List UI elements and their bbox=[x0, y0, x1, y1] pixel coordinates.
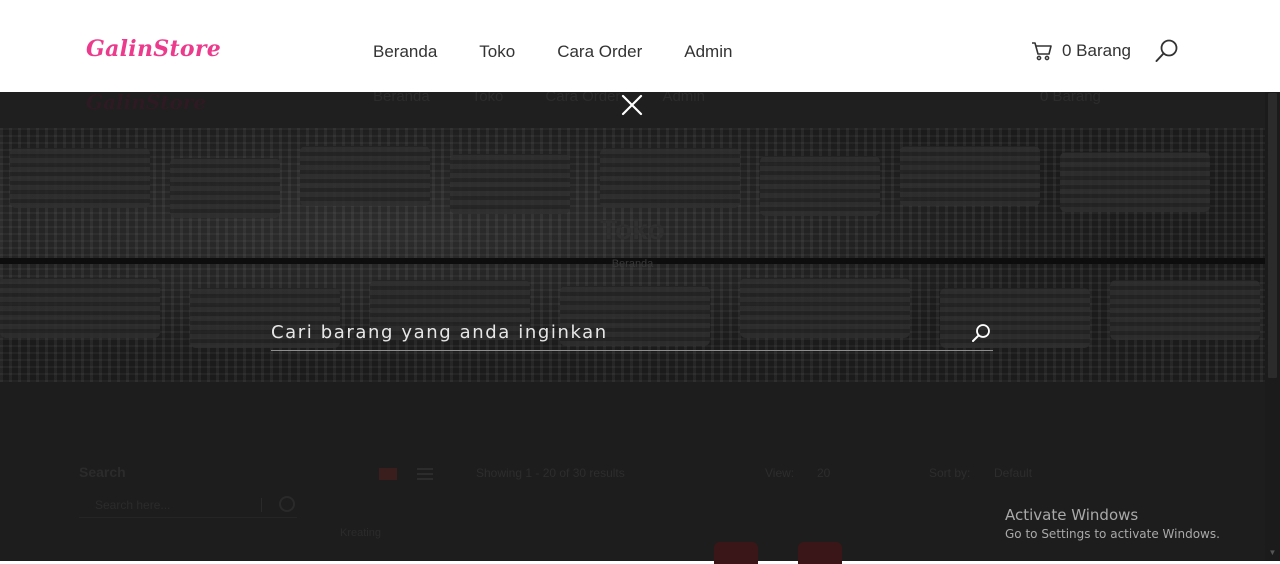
nav-item-cara-order[interactable]: Cara Order bbox=[557, 42, 642, 62]
search-input[interactable] bbox=[271, 316, 961, 348]
page-title: Toko bbox=[600, 214, 665, 245]
nav-item-admin[interactable]: Admin bbox=[684, 42, 732, 62]
sidebar-search-placeholder: Search here... bbox=[95, 498, 171, 512]
list-view-icon[interactable] bbox=[417, 468, 433, 480]
scroll-down-arrow-icon[interactable]: ▼ bbox=[1268, 548, 1277, 557]
hero-clothes-pile bbox=[10, 148, 150, 208]
grid-view-icon[interactable] bbox=[379, 468, 397, 480]
search-overlay-form bbox=[271, 316, 993, 351]
close-icon[interactable] bbox=[620, 93, 644, 117]
view-label: View: bbox=[765, 466, 795, 480]
sidebar-search-input[interactable]: Search here... bbox=[79, 492, 297, 518]
sort-select[interactable]: Default bbox=[994, 466, 1032, 480]
windows-activation-watermark: Activate Windows Go to Settings to activ… bbox=[1005, 506, 1220, 541]
search-icon[interactable] bbox=[1154, 38, 1180, 64]
watermark-subtitle: Go to Settings to activate Windows. bbox=[1005, 527, 1220, 541]
hero-clothes-pile bbox=[170, 158, 280, 218]
cart-button[interactable]: 0 Barang bbox=[1031, 41, 1131, 61]
divider bbox=[261, 498, 262, 512]
hero-clothes-pile bbox=[450, 154, 570, 214]
cart-icon bbox=[1032, 42, 1052, 61]
category-label: Kreating bbox=[340, 527, 381, 539]
hero-clothes-pile bbox=[760, 156, 880, 216]
sort-label: Sort by: bbox=[929, 466, 971, 480]
hero-clothes-pile bbox=[1110, 280, 1260, 340]
site-logo[interactable]: GalinStore bbox=[86, 36, 221, 62]
nav-item-beranda[interactable]: Beranda bbox=[373, 42, 437, 62]
cart-count-label: 0 Barang bbox=[1062, 41, 1131, 60]
breadcrumb: Beranda bbox=[0, 258, 1265, 270]
search-submit-icon[interactable] bbox=[971, 323, 991, 343]
watermark-title: Activate Windows bbox=[1005, 506, 1139, 524]
hero-clothes-pile bbox=[0, 278, 160, 338]
ghost-logo: GalinStore bbox=[86, 90, 207, 114]
breadcrumb-home[interactable]: Beranda bbox=[612, 258, 654, 270]
hero-clothes-pile bbox=[900, 146, 1040, 206]
results-count: Showing 1 - 20 of 30 results bbox=[476, 466, 625, 480]
view-select[interactable]: 20 bbox=[817, 466, 830, 480]
hero-clothes-pile bbox=[1060, 152, 1210, 212]
hero-clothes-pile bbox=[600, 148, 740, 208]
main-nav: Beranda Toko Cara Order Admin bbox=[373, 42, 774, 62]
sidebar-search-title: Search bbox=[79, 464, 126, 480]
nav-item-toko[interactable]: Toko bbox=[479, 42, 515, 62]
search-icon[interactable] bbox=[279, 496, 295, 512]
site-header: GalinStore Beranda Toko Cara Order Admin… bbox=[0, 0, 1280, 92]
scrollbar-thumb[interactable] bbox=[1268, 93, 1277, 378]
hero-clothes-pile bbox=[300, 146, 430, 206]
